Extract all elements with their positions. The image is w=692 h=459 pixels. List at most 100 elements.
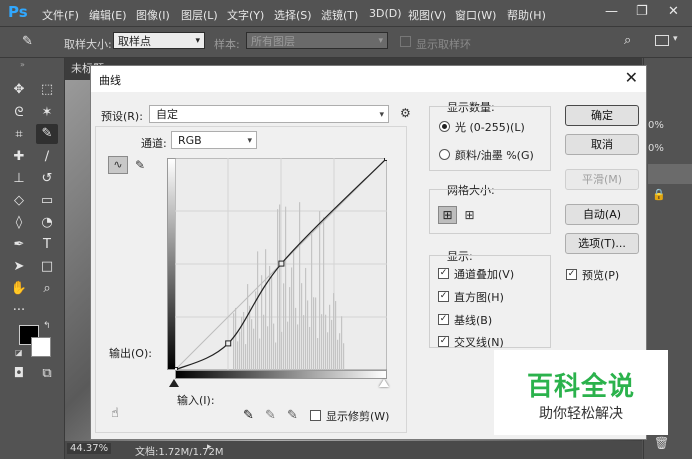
menu-layer[interactable]: 图层(L): [181, 7, 218, 23]
screen-mode-icon[interactable]: ⧉: [36, 364, 58, 384]
detailed-grid-icon[interactable]: ⊞: [460, 206, 479, 224]
app-logo: Ps: [8, 3, 28, 21]
histogram-bar: [273, 323, 275, 370]
histogram-bar: [291, 267, 293, 370]
default-colors-icon[interactable]: ◪: [15, 348, 23, 357]
zoom-level[interactable]: 44.37%: [67, 443, 112, 454]
show-ring-label: 显示取样环: [416, 38, 471, 51]
histogram-bar: [245, 344, 247, 370]
auto-button[interactable]: 自动(A): [565, 204, 639, 225]
baseline-checkbox[interactable]: ✓: [438, 314, 449, 325]
options-button[interactable]: 选项(T)...: [565, 233, 639, 254]
path-selection-tool-icon[interactable]: ➤: [8, 257, 30, 277]
layer-row[interactable]: [648, 164, 692, 184]
quick-mask-icon[interactable]: ◘: [8, 364, 30, 384]
healing-brush-tool-icon[interactable]: ✚: [8, 147, 30, 167]
magic-wand-tool-icon[interactable]: ✶: [36, 103, 58, 123]
minimize-button[interactable]: —: [605, 4, 618, 19]
intersection-checkbox[interactable]: ✓: [438, 336, 449, 347]
clone-stamp-tool-icon[interactable]: ⊥: [8, 169, 30, 189]
brush-tool-icon[interactable]: ∕: [36, 147, 58, 167]
menu-filter[interactable]: 滤镜(T): [321, 7, 358, 23]
dialog-title: 曲线: [99, 74, 121, 87]
more-tools-icon[interactable]: ···: [8, 301, 30, 321]
restore-button[interactable]: ❐: [636, 4, 648, 19]
background-color-swatch[interactable]: [31, 337, 51, 357]
curve-graph[interactable]: [175, 158, 387, 370]
chevron-down-icon[interactable]: ▾: [673, 34, 678, 44]
trash-icon[interactable]: 🗑: [654, 436, 669, 450]
marquee-tool-icon[interactable]: ⬚: [36, 80, 58, 100]
panel-collapse-icon[interactable]: »: [20, 60, 25, 69]
sample-select[interactable]: 所有图层 ▾: [246, 32, 388, 49]
show-ring-checkbox[interactable]: [400, 36, 411, 47]
histogram-bar: [269, 265, 271, 370]
preset-options-gear-icon[interactable]: ⚙: [400, 106, 411, 120]
eraser-tool-icon[interactable]: ◇: [8, 191, 30, 211]
curve-control-point[interactable]: [384, 158, 388, 161]
curve-control-point[interactable]: [278, 260, 285, 267]
sample-size-select[interactable]: 取样点 ▾: [113, 32, 205, 49]
menu-edit[interactable]: 编辑(E): [89, 7, 127, 23]
histogram-bar: [259, 338, 261, 370]
pencil-tool-icon[interactable]: ✎: [131, 156, 149, 174]
dialog-titlebar[interactable]: 曲线 ✕: [91, 66, 646, 92]
ok-button[interactable]: 确定: [565, 105, 639, 126]
show-clipping-checkbox[interactable]: [310, 410, 321, 421]
histogram-checkbox[interactable]: ✓: [438, 291, 449, 302]
curve-control-point[interactable]: [225, 340, 232, 347]
preset-select[interactable]: 自定 ▾: [149, 105, 389, 123]
histogram-bar: [321, 314, 323, 370]
menu-window[interactable]: 窗口(W): [455, 7, 496, 23]
chevron-right-icon[interactable]: ▸: [207, 442, 212, 452]
history-brush-tool-icon[interactable]: ↺: [36, 169, 58, 189]
cancel-button[interactable]: 取消: [565, 134, 639, 155]
dialog-close-icon[interactable]: ✕: [625, 68, 638, 87]
swap-colors-icon[interactable]: ↰: [43, 321, 51, 331]
pigment-radio[interactable]: [439, 149, 450, 160]
channel-overlay-label: 通道叠加(V): [454, 268, 515, 281]
move-tool-icon[interactable]: ✥: [8, 80, 30, 100]
opacity-percent[interactable]: 0%: [648, 120, 664, 131]
menu-help[interactable]: 帮助(H): [507, 7, 546, 23]
simple-grid-icon[interactable]: ⊞: [438, 206, 457, 224]
menu-image[interactable]: 图像(I): [136, 7, 170, 23]
lasso-tool-icon[interactable]: ᘓ: [8, 103, 30, 123]
preview-checkbox[interactable]: ✓: [566, 269, 577, 280]
preset-value: 自定: [156, 108, 178, 121]
histogram-bar: [233, 313, 235, 370]
menu-select[interactable]: 选择(S): [274, 7, 312, 23]
zoom-tool-icon[interactable]: ⌕: [36, 279, 58, 299]
gray-eyedropper-icon[interactable]: ✎: [265, 408, 276, 423]
histogram-bar: [239, 331, 241, 370]
eyedropper-icon[interactable]: ✎: [22, 34, 33, 49]
menu-type[interactable]: 文字(Y): [227, 7, 264, 23]
curve-point-tool-icon[interactable]: ∿: [108, 156, 128, 174]
menu-view[interactable]: 视图(V): [408, 7, 446, 23]
white-point-slider[interactable]: [379, 379, 389, 387]
close-window-button[interactable]: ✕: [668, 4, 679, 19]
crop-tool-icon[interactable]: ⌗: [8, 125, 30, 145]
hand-tool-icon[interactable]: ✋: [8, 279, 30, 299]
blur-tool-icon[interactable]: ◊: [8, 213, 30, 233]
rectangle-tool-icon[interactable]: □: [36, 257, 58, 277]
black-point-slider[interactable]: [169, 379, 179, 387]
dodge-tool-icon[interactable]: ◔: [36, 213, 58, 233]
type-tool-icon[interactable]: T: [36, 235, 58, 255]
smooth-button[interactable]: 平滑(M): [565, 169, 639, 190]
menu-file[interactable]: 文件(F): [42, 7, 79, 23]
eyedropper-tool-icon[interactable]: ✎: [36, 124, 58, 144]
channel-overlay-checkbox[interactable]: ✓: [438, 268, 449, 279]
white-eyedropper-icon[interactable]: ✎: [287, 408, 298, 423]
histogram-bar: [303, 315, 305, 370]
workspace-icon[interactable]: [655, 35, 669, 46]
black-eyedropper-icon[interactable]: ✎: [243, 408, 254, 423]
gradient-tool-icon[interactable]: ▭: [36, 191, 58, 211]
channel-select[interactable]: RGB ▾: [171, 131, 257, 149]
targeted-adjustment-icon[interactable]: ☝: [111, 406, 119, 421]
pen-tool-icon[interactable]: ✒: [8, 235, 30, 255]
menu-3d[interactable]: 3D(D): [369, 7, 402, 20]
fill-percent[interactable]: 0%: [648, 143, 664, 154]
search-icon[interactable]: ⌕: [624, 33, 631, 48]
light-radio[interactable]: [439, 121, 450, 132]
